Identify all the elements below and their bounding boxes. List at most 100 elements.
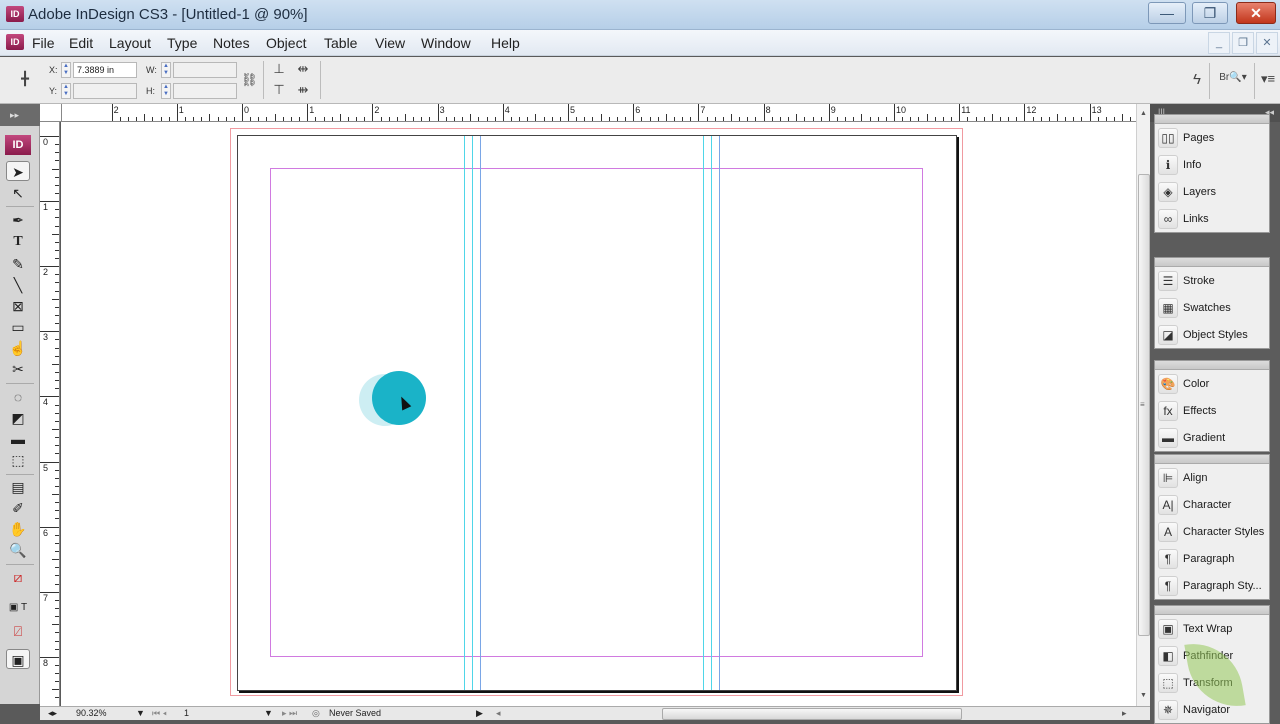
bridge-icon[interactable]: Br🔍▾	[1216, 72, 1250, 83]
panel-item-layers[interactable]: ◈Layers	[1155, 178, 1269, 205]
panel-group-grip[interactable]	[1155, 455, 1269, 464]
pen-tool[interactable]: ✒	[6, 210, 30, 230]
panel-item-effects[interactable]: fxEffects	[1155, 397, 1269, 424]
x-stepper[interactable]: ▲▼	[61, 62, 71, 78]
restore-button[interactable]: ❐	[1192, 2, 1228, 24]
toolbox-collapse-icon[interactable]: ▸▸	[0, 104, 40, 126]
panel-group-grip[interactable]	[1155, 361, 1269, 370]
h-stepper[interactable]: ▲▼	[161, 83, 171, 99]
horizontal-ruler[interactable]: 21012345678910111213	[62, 104, 1136, 122]
panel-item-paragraph[interactable]: ¶Paragraph	[1155, 545, 1269, 572]
gradient-feather-tool[interactable]: ▬	[6, 429, 30, 449]
vertical-scrollbar[interactable]: ▲ ≡ ▼	[1136, 104, 1150, 706]
h-field[interactable]	[173, 83, 237, 99]
column-guide[interactable]	[703, 136, 704, 690]
reference-point-icon[interactable]: ╋	[18, 71, 32, 87]
status-menu-icon[interactable]: ▶	[476, 708, 483, 719]
doc-minimize-button[interactable]: _	[1208, 32, 1230, 54]
constrain-proportions-icon[interactable]: ⛓	[241, 72, 257, 88]
normal-view-button[interactable]: ▣	[6, 649, 30, 669]
page-dropdown-icon[interactable]: ▼	[264, 708, 273, 718]
panel-item-pages[interactable]: ▯▯Pages	[1155, 124, 1269, 151]
panel-group-grip[interactable]	[1155, 115, 1269, 124]
menu-file[interactable]: File	[32, 35, 55, 51]
panel-item-swatches[interactable]: ▦Swatches	[1155, 294, 1269, 321]
menu-layout[interactable]: Layout	[109, 35, 151, 51]
scroll-down-icon[interactable]: ▼	[1140, 692, 1147, 699]
type-tool[interactable]: T	[6, 232, 30, 252]
rectangle-tool[interactable]: ▭	[6, 317, 30, 337]
minimize-button[interactable]: —	[1148, 2, 1186, 24]
zoom-dropdown-icon[interactable]: ▼	[136, 708, 145, 718]
document-canvas[interactable]	[61, 122, 1136, 706]
eyedropper-tool[interactable]: ✐	[6, 498, 30, 518]
w-field[interactable]	[173, 62, 237, 78]
panel-item-character[interactable]: A|Character	[1155, 491, 1269, 518]
panel-group-grip[interactable]	[1155, 258, 1269, 267]
panel-item-gradient[interactable]: ▬Gradient	[1155, 424, 1269, 451]
menu-notes[interactable]: Notes	[213, 35, 250, 51]
close-button[interactable]: ✕	[1236, 2, 1276, 24]
scissors-tool[interactable]: ✂	[6, 359, 30, 379]
menu-edit[interactable]: Edit	[69, 35, 93, 51]
panel-item-character-styles[interactable]: ACharacter Styles	[1155, 518, 1269, 545]
doc-close-button[interactable]: ✕	[1256, 32, 1278, 54]
panel-item-text-wrap[interactable]: ▣Text Wrap	[1155, 615, 1269, 642]
pasteboard-toggle-icon[interactable]: ◂▸	[48, 708, 57, 719]
doc-restore-button[interactable]: ❐	[1232, 32, 1254, 54]
panel-item-align[interactable]: ⊫Align	[1155, 464, 1269, 491]
scroll-right-icon[interactable]: ▸	[1122, 708, 1127, 719]
scroll-left-icon[interactable]: ◂	[496, 708, 501, 719]
menu-type[interactable]: Type	[167, 35, 197, 51]
x-field[interactable]: 7.3889 in	[73, 62, 137, 78]
apply-none-icon[interactable]: ⍁	[6, 621, 30, 641]
panel-item-paragraph-sty[interactable]: ¶Paragraph Sty...	[1155, 572, 1269, 599]
free-transform-tool[interactable]: ◌	[6, 387, 30, 407]
menu-help[interactable]: Help	[491, 35, 520, 51]
hand-tool[interactable]: ✋	[6, 519, 30, 539]
column-guide[interactable]	[711, 136, 712, 690]
menu-window[interactable]: Window	[421, 35, 471, 51]
w-stepper[interactable]: ▲▼	[161, 62, 171, 78]
panel-group-grip[interactable]	[1155, 606, 1269, 615]
scroll-up-icon[interactable]: ▲	[1140, 110, 1147, 117]
menu-object[interactable]: Object	[266, 35, 306, 51]
resize-grip-icon[interactable]: ≡	[1140, 400, 1145, 409]
line-tool[interactable]: ╲	[6, 275, 30, 295]
button-tool[interactable]: ☝	[6, 338, 30, 358]
column-guide[interactable]	[464, 136, 465, 690]
column-guide[interactable]	[480, 136, 481, 690]
lightning-icon[interactable]: ϟ	[1190, 71, 1204, 88]
horizontal-scroll-thumb[interactable]	[662, 708, 962, 720]
distribute-horizontal-icon[interactable]: ⇹	[293, 61, 313, 77]
first-page-icon[interactable]: ⏮ ◂	[152, 708, 167, 719]
gradient-swatch-tool[interactable]: ◩	[6, 408, 30, 428]
panel-item-links[interactable]: ∞Links	[1155, 205, 1269, 232]
panel-item-color[interactable]: 🎨Color	[1155, 370, 1269, 397]
rectangle-frame-tool[interactable]: ⊠	[6, 296, 30, 316]
ruler-origin[interactable]	[40, 104, 62, 122]
distribute-top-icon[interactable]: ⊥	[271, 61, 287, 77]
zoom-level[interactable]: 90.32%	[76, 708, 107, 718]
zoom-tool[interactable]: 🔍	[6, 540, 30, 560]
column-guide[interactable]	[472, 136, 473, 690]
menu-table[interactable]: Table	[324, 35, 357, 51]
y-stepper[interactable]: ▲▼	[61, 83, 71, 99]
y-field[interactable]	[73, 83, 137, 99]
vertical-ruler[interactable]: 012345678	[40, 122, 60, 706]
selection-tool[interactable]: ➤	[6, 161, 30, 181]
panel-item-object-styles[interactable]: ◪Object Styles	[1155, 321, 1269, 348]
pencil-tool[interactable]: ✎	[6, 254, 30, 274]
next-page-icon[interactable]: ▸ ⏭	[282, 708, 297, 719]
column-guide[interactable]	[719, 136, 720, 690]
page-number[interactable]: 1	[184, 708, 189, 718]
distribute-space-icon[interactable]: ⇻	[293, 82, 313, 98]
distribute-bottom-icon[interactable]: ⊤	[271, 82, 287, 98]
menu-view[interactable]: View	[375, 35, 405, 51]
panel-menu-icon[interactable]: ▾≡	[1258, 71, 1278, 87]
note-tool[interactable]: ⬚	[6, 450, 30, 470]
panel-item-info[interactable]: ℹInfo	[1155, 151, 1269, 178]
notes-tool[interactable]: ▤	[6, 477, 30, 497]
panel-item-navigator[interactable]: ✵Navigator	[1155, 696, 1269, 723]
panel-item-stroke[interactable]: ☰Stroke	[1155, 267, 1269, 294]
